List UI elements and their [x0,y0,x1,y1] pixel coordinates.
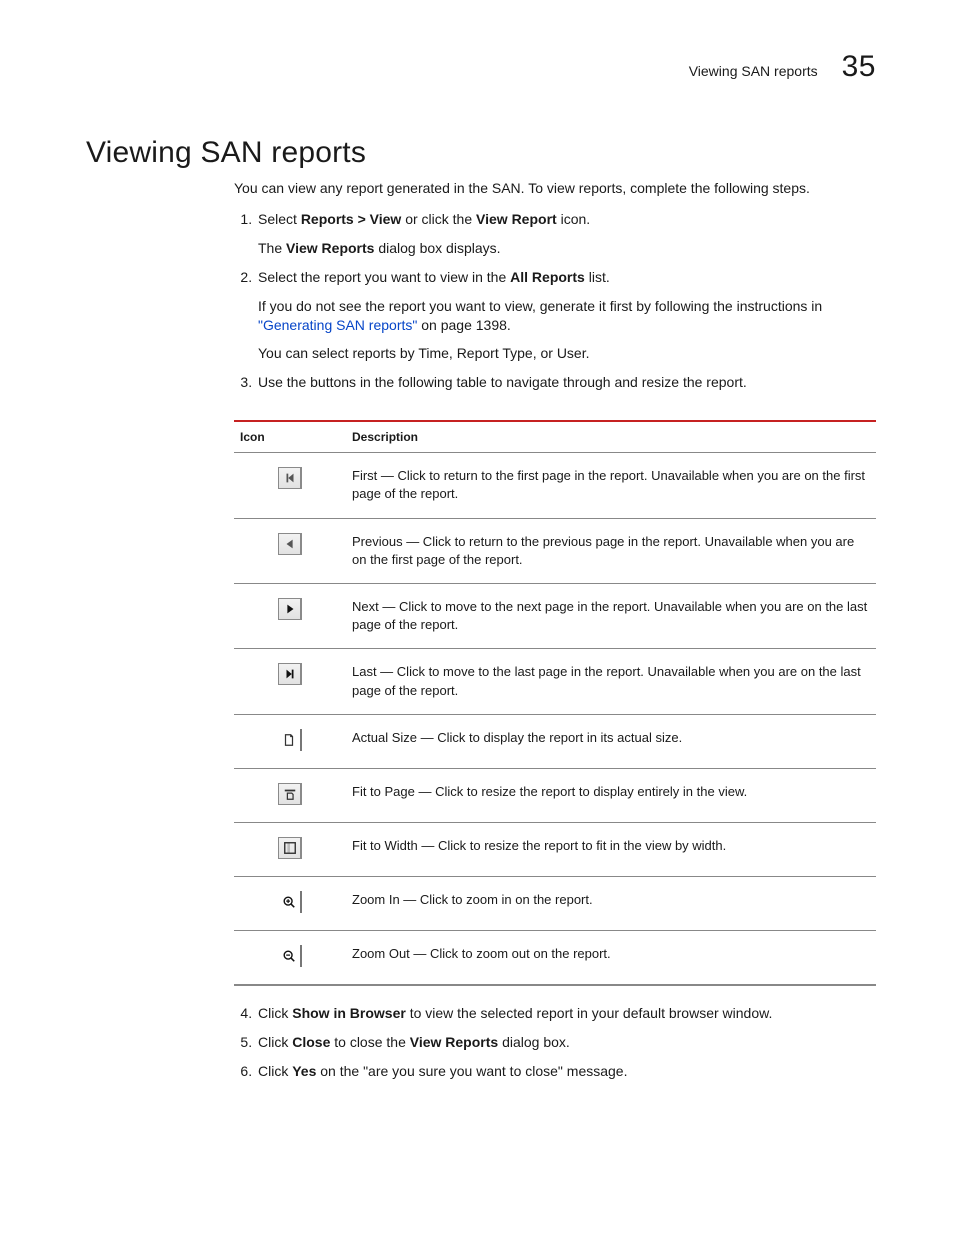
text: Click [258,1005,292,1021]
icon-cell [234,768,346,822]
table-row: Previous — Click to return to the previo… [234,518,876,583]
step-2: Select the report you want to view in th… [256,268,876,364]
icon-cell [234,714,346,768]
text: dialog box. [498,1034,570,1050]
description-cell: Fit to Width — Click to resize the repor… [346,822,876,876]
description-cell: Fit to Page — Click to resize the report… [346,768,876,822]
description-cell: Zoom In — Click to zoom in on the report… [346,876,876,930]
description-cell: Actual Size — Click to display the repor… [346,714,876,768]
col-header-desc: Description [346,421,876,453]
icon-cell [234,930,346,985]
text: Click [258,1034,292,1050]
ui-label: View Report [476,211,557,227]
icon-cell [234,583,346,648]
step-6: Click Yes on the "are you sure you want … [256,1062,876,1081]
first-page-icon [278,467,302,489]
page-header: Viewing SAN reports 35 [86,50,876,84]
ui-label: All Reports [510,269,585,285]
description-cell: Next — Click to move to the next page in… [346,583,876,648]
text: to view the selected report in your defa… [406,1005,773,1021]
next-page-icon [278,598,302,620]
table-row: Fit to Page — Click to resize the report… [234,768,876,822]
description-cell: Zoom Out — Click to zoom out on the repo… [346,930,876,985]
icon-cell [234,453,346,518]
ui-label: Yes [292,1063,316,1079]
zoom-out-icon [278,945,302,967]
icon-cell [234,822,346,876]
icon-cell [234,649,346,714]
table-row: First — Click to return to the first pag… [234,453,876,518]
actual-size-icon [278,729,302,751]
running-head: Viewing SAN reports [689,63,818,79]
table-row: Last — Click to move to the last page in… [234,649,876,714]
last-page-icon [278,663,302,685]
page-title: Viewing SAN reports [86,136,876,170]
ui-label: View Reports [410,1034,498,1050]
text: Select the report you want to view in th… [258,269,510,285]
text: to close the [330,1034,409,1050]
text: The [258,240,286,256]
step-3: Use the buttons in the following table t… [256,373,876,392]
ui-label: View Reports [286,240,374,256]
text: on page 1398. [417,317,510,333]
text: on the "are you sure you want to close" … [316,1063,627,1079]
intro-text: You can view any report generated in the… [234,180,876,196]
ui-label: Show in Browser [292,1005,406,1021]
text: You can select reports by Time, Report T… [258,344,876,363]
steps-list-continued: Click Show in Browser to view the select… [234,1004,876,1081]
text: If you do not see the report you want to… [258,298,822,314]
table-row: Zoom In — Click to zoom in on the report… [234,876,876,930]
table-row: Fit to Width — Click to resize the repor… [234,822,876,876]
previous-page-icon [278,533,302,555]
col-header-icon: Icon [234,421,346,453]
text: Select [258,211,301,227]
icon-table: Icon Description First — Click to return… [234,420,876,986]
fit-to-page-icon [278,783,302,805]
fit-to-width-icon [278,837,302,859]
xref-link[interactable]: "Generating SAN reports" [258,317,417,333]
table-row: Zoom Out — Click to zoom out on the repo… [234,930,876,985]
step-1: Select Reports > View or click the View … [256,210,876,258]
description-cell: Previous — Click to return to the previo… [346,518,876,583]
step-5: Click Close to close the View Reports di… [256,1033,876,1052]
menu-path: Reports > View [301,211,402,227]
text: dialog box displays. [374,240,500,256]
icon-cell [234,876,346,930]
table-row: Actual Size — Click to display the repor… [234,714,876,768]
description-cell: First — Click to return to the first pag… [346,453,876,518]
chapter-number: 35 [842,50,876,84]
text: list. [585,269,610,285]
description-cell: Last — Click to move to the last page in… [346,649,876,714]
text: Click [258,1063,292,1079]
text: icon. [557,211,590,227]
step-4: Click Show in Browser to view the select… [256,1004,876,1023]
table-row: Next — Click to move to the next page in… [234,583,876,648]
zoom-in-icon [278,891,302,913]
ui-label: Close [292,1034,330,1050]
text: or click the [401,211,476,227]
steps-list: Select Reports > View or click the View … [234,210,876,392]
icon-cell [234,518,346,583]
